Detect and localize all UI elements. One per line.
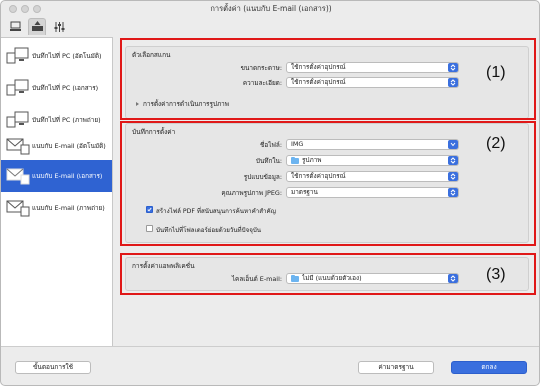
minimize-window-button[interactable] <box>21 5 29 13</box>
sidebar-item-label: บันทึกไปที่ PC (อัตโนมัติ) <box>32 52 102 60</box>
email-icon <box>4 132 32 160</box>
sidebar-item-label: บันทึกไปที่ PC (เอกสาร) <box>32 84 99 92</box>
callout-number-1: (1) <box>486 64 506 81</box>
instructions-button[interactable]: ขั้นตอนการใช้ <box>15 361 91 374</box>
scan-from-computer-icon <box>9 21 21 31</box>
tab-scan-from-computer[interactable] <box>6 18 24 35</box>
close-window-button[interactable] <box>9 5 17 13</box>
email-icon <box>4 162 32 190</box>
window-title: การตั้งค่า (แนบกับ E-mail (เอกสาร)) <box>210 4 332 13</box>
save-to-pc-icon <box>4 74 32 102</box>
callout-number-3: (3) <box>486 266 506 283</box>
callout-box-application-settings <box>120 253 536 295</box>
save-to-pc-icon <box>4 42 32 70</box>
email-icon <box>4 194 32 222</box>
ok-button[interactable]: ตกลง <box>451 361 527 374</box>
sidebar-item-label: แนบกับ E-mail (เอกสาร) <box>32 172 103 180</box>
sidebar-item-email-document[interactable]: แนบกับ E-mail (เอกสาร) <box>1 160 112 192</box>
sidebar-item-email-photo[interactable]: แนบกับ E-mail (ภาพถ่าย) <box>1 192 112 224</box>
settings-window: การตั้งค่า (แนบกับ E-mail (เอกสาร)) บันท… <box>0 0 540 386</box>
callout-box-save-settings <box>120 121 536 246</box>
tab-general-settings[interactable] <box>50 18 68 35</box>
window-titlebar: การตั้งค่า (แนบกับ E-mail (เอกสาร)) <box>1 1 539 17</box>
callout-box-scan-options <box>120 38 536 120</box>
sidebar-item-label: แนบกับ E-mail (ภาพถ่าย) <box>32 204 105 212</box>
sidebar-item-label: แนบกับ E-mail (อัตโนมัติ) <box>32 142 106 150</box>
scan-from-operation-panel-icon <box>31 21 43 31</box>
tab-scan-from-operation-panel[interactable] <box>28 18 46 35</box>
sidebar-item-save-to-pc-auto[interactable]: บันทึกไปที่ PC (อัตโนมัติ) <box>1 40 112 72</box>
settings-panel: ตัวเลือกสแกน ขนาดกระดาษ: ใช้การตั้งค่าอุ… <box>114 37 539 346</box>
sidebar-item-save-to-pc-document[interactable]: บันทึกไปที่ PC (เอกสาร) <box>1 72 112 104</box>
sidebar-item-email-auto[interactable]: แนบกับ E-mail (อัตโนมัติ) <box>1 130 112 162</box>
callout-number-2: (2) <box>486 135 506 152</box>
zoom-window-button[interactable] <box>33 5 41 13</box>
sidebar: บันทึกไปที่ PC (อัตโนมัติ) บันทึกไปที่ P… <box>1 37 113 346</box>
general-settings-icon <box>54 21 64 32</box>
defaults-button[interactable]: ค่ามาตรฐาน <box>358 361 434 374</box>
bottom-button-bar: ขั้นตอนการใช้ ค่ามาตรฐาน ตกลง <box>1 346 539 385</box>
settings-tab-bar <box>1 17 539 37</box>
sidebar-item-label: บันทึกไปที่ PC (ภาพถ่าย) <box>32 116 101 124</box>
